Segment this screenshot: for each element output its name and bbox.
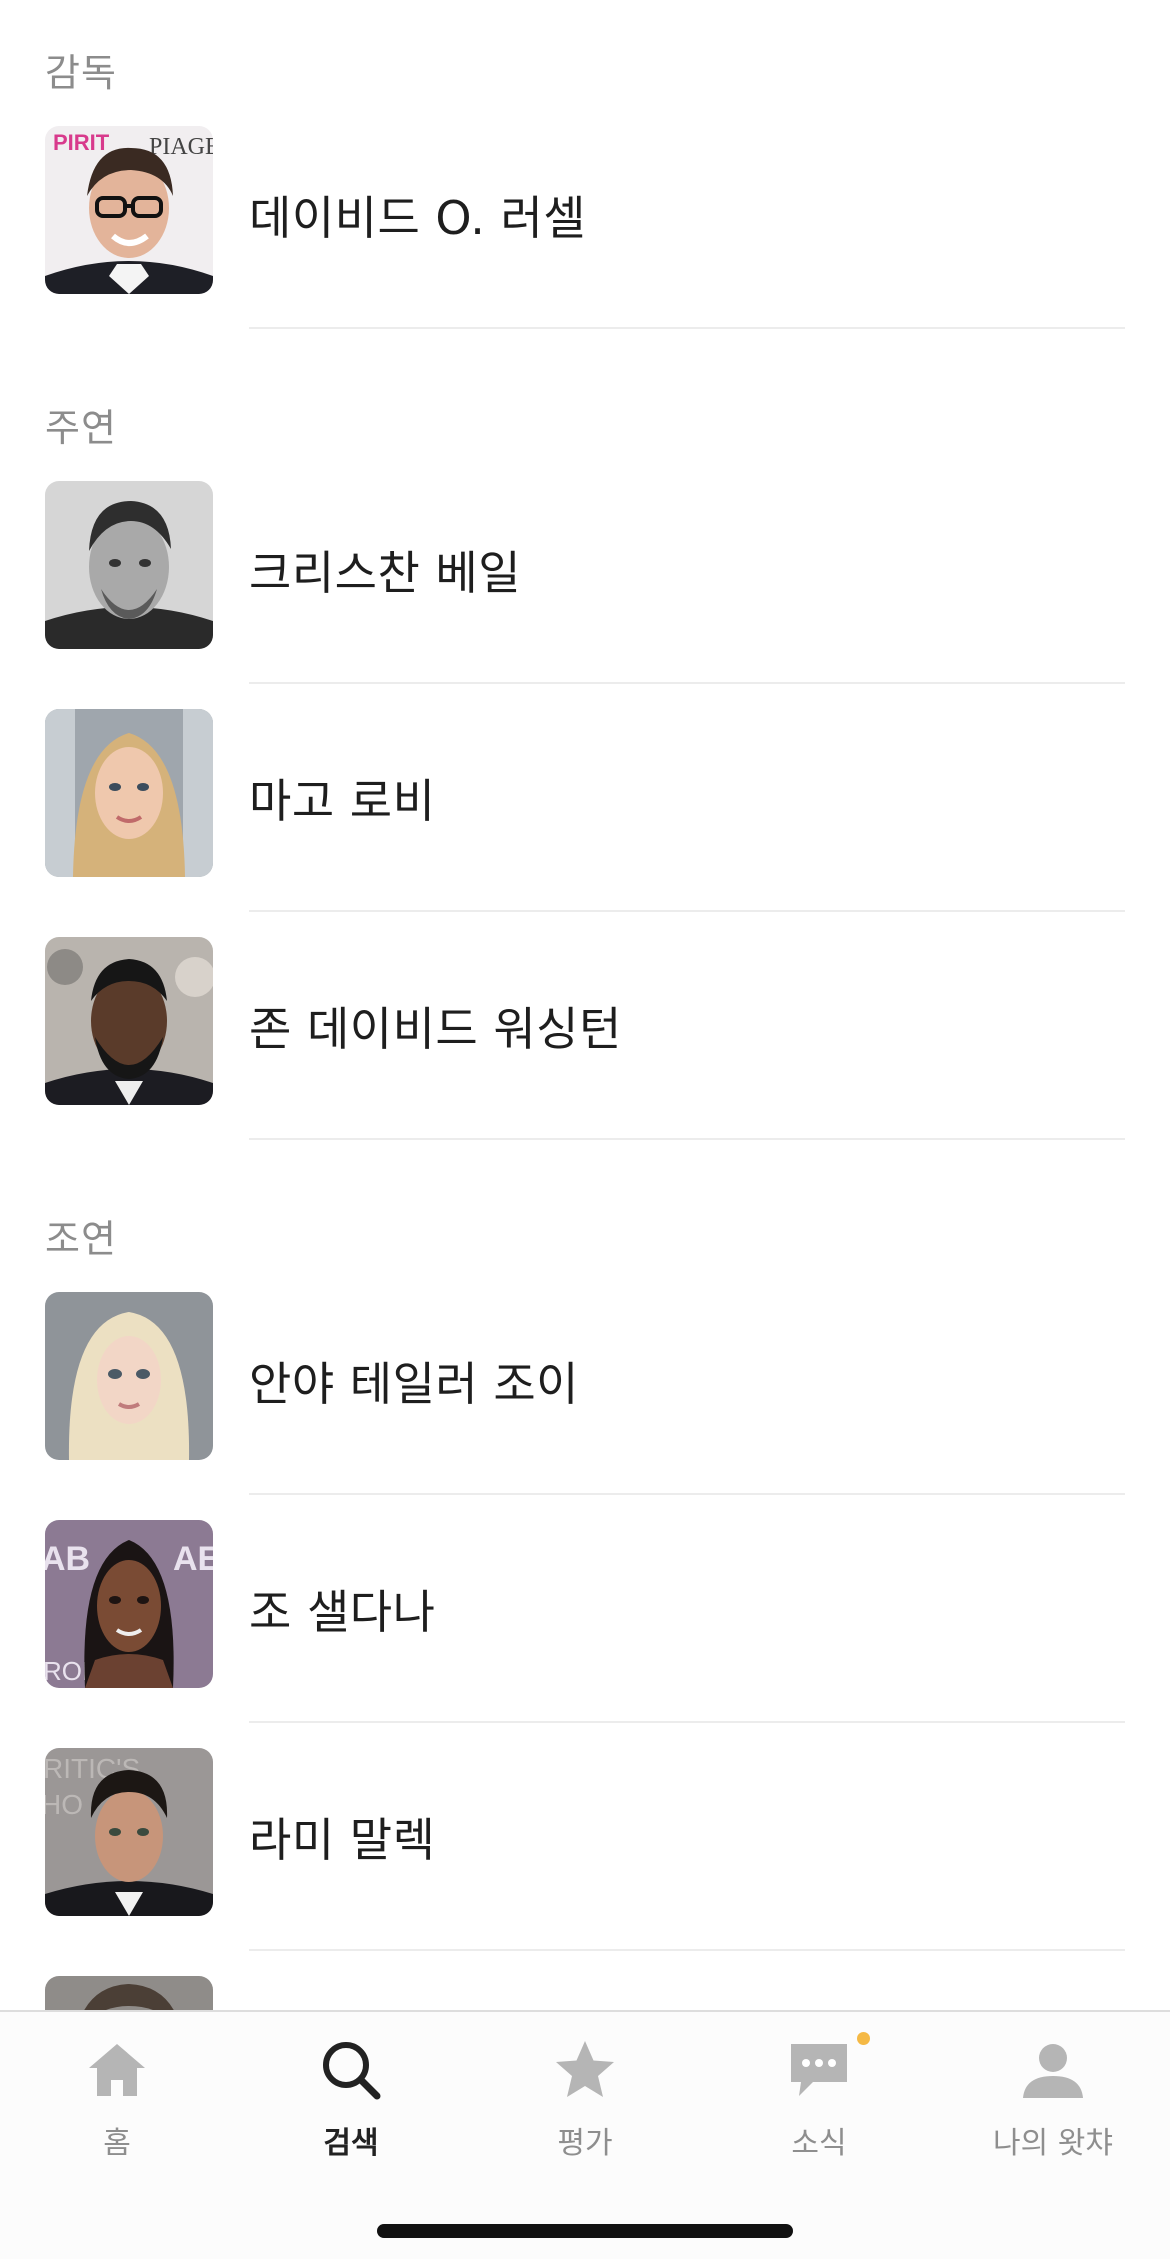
person-row-supporting-1[interactable]: 안야 테일러 조이 bbox=[0, 1292, 1170, 1520]
person-photo bbox=[45, 709, 213, 877]
svg-text:AE: AE bbox=[173, 1540, 213, 1578]
tab-label: 나의 왓챠 bbox=[993, 2126, 1113, 2161]
person-name: 데이비드 O. 러셀 bbox=[249, 191, 587, 245]
person-row-partial[interactable] bbox=[0, 1976, 1170, 2010]
row-divider bbox=[249, 327, 1125, 329]
row-divider bbox=[249, 682, 1125, 684]
notification-dot bbox=[857, 2032, 870, 2045]
home-icon bbox=[85, 2038, 149, 2102]
person-photo bbox=[45, 1292, 213, 1460]
person-photo bbox=[45, 481, 213, 649]
person-name: 마고 로비 bbox=[249, 774, 436, 828]
credits-list[interactable]: 감독 PIRIT PIAGET 데이비드 O. 러셀 bbox=[0, 0, 1170, 2010]
person-row-supporting-2[interactable]: AB AE ROM 조 샐다나 bbox=[0, 1520, 1170, 1748]
row-divider bbox=[249, 1949, 1125, 1951]
tab-label: 평가 bbox=[557, 2126, 613, 2161]
person-name: 라미 말렉 bbox=[249, 1813, 436, 1867]
svg-text:HO: HO bbox=[45, 1789, 83, 1820]
tab-label: 홈 bbox=[103, 2126, 131, 2161]
section-title-director: 감독 bbox=[45, 51, 117, 95]
person-row-lead-1[interactable]: 크리스찬 베일 bbox=[0, 481, 1170, 709]
person-photo: AB AE ROM bbox=[45, 1520, 213, 1688]
svg-text:PIAGET: PIAGET bbox=[149, 134, 213, 160]
person-name: 안야 테일러 조이 bbox=[249, 1357, 579, 1411]
credits-screen: 감독 PIRIT PIAGET 데이비드 O. 러셀 bbox=[0, 0, 1170, 2259]
row-divider bbox=[249, 1493, 1125, 1495]
person-row-lead-2[interactable]: 마고 로비 bbox=[0, 709, 1170, 937]
row-divider bbox=[249, 1721, 1125, 1723]
star-icon bbox=[553, 2038, 617, 2102]
tab-rate[interactable]: 평가 bbox=[468, 2012, 702, 2182]
tab-label: 검색 bbox=[323, 2126, 379, 2161]
person-name: 조 샐다나 bbox=[249, 1585, 436, 1639]
tab-news[interactable]: 소식 bbox=[702, 2012, 936, 2182]
tab-label: 소식 bbox=[791, 2126, 847, 2161]
bottom-tab-bar: 홈 검색 평가 소식 나의 왓챠 bbox=[0, 2010, 1170, 2259]
person-icon bbox=[1021, 2038, 1085, 2102]
person-name: 크리스찬 베일 bbox=[249, 546, 522, 600]
person-photo bbox=[45, 937, 213, 1105]
svg-text:PIRIT: PIRIT bbox=[53, 130, 110, 155]
home-indicator bbox=[377, 2224, 793, 2238]
chat-icon bbox=[787, 2038, 851, 2102]
person-photo: PIRIT PIAGET bbox=[45, 126, 213, 294]
tab-search[interactable]: 검색 bbox=[234, 2012, 468, 2182]
row-divider bbox=[249, 910, 1125, 912]
person-row-supporting-3[interactable]: RITIC'S HO 라미 말렉 bbox=[0, 1748, 1170, 1976]
person-photo bbox=[45, 1976, 213, 2010]
person-row-lead-3[interactable]: 존 데이비드 워싱턴 bbox=[0, 937, 1170, 1165]
tab-my-watcha[interactable]: 나의 왓챠 bbox=[936, 2012, 1170, 2182]
section-title-lead: 주연 bbox=[45, 406, 117, 450]
svg-text:AB: AB bbox=[45, 1540, 90, 1578]
section-title-supporting: 조연 bbox=[45, 1217, 117, 1261]
tab-home[interactable]: 홈 bbox=[0, 2012, 234, 2182]
person-photo: RITIC'S HO bbox=[45, 1748, 213, 1916]
row-divider bbox=[249, 1138, 1125, 1140]
search-icon bbox=[319, 2038, 383, 2102]
person-name: 존 데이비드 워싱턴 bbox=[249, 1002, 622, 1056]
person-row-director[interactable]: PIRIT PIAGET 데이비드 O. 러셀 bbox=[0, 126, 1170, 354]
